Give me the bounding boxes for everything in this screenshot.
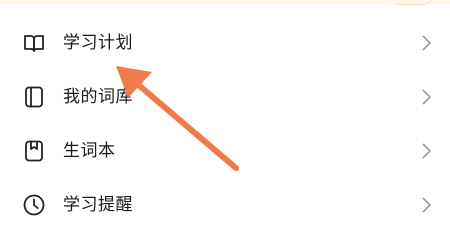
- notebook-icon: [25, 86, 43, 108]
- banner-fill: [0, 0, 450, 4]
- bookmark-book-icon: [25, 140, 43, 162]
- menu-item-label: 学习提醒: [63, 195, 133, 215]
- menu-item-study-plan[interactable]: 学习计划: [0, 16, 450, 70]
- settings-menu: 学习计划 我的词库 生词本 学习提醒: [0, 16, 450, 232]
- chevron-right-icon: [422, 143, 432, 159]
- book-open-icon: [24, 35, 44, 52]
- menu-item-label: 生词本: [63, 141, 116, 161]
- chevron-right-icon: [422, 197, 432, 213]
- top-banner: [0, 0, 450, 6]
- menu-item-study-reminder[interactable]: 学习提醒: [0, 178, 450, 232]
- chevron-right-icon: [422, 89, 432, 105]
- clock-icon: [23, 194, 45, 216]
- chevron-right-icon: [422, 35, 432, 51]
- menu-item-vocab-book[interactable]: 生词本: [0, 124, 450, 178]
- banner-corner: [395, 0, 436, 5]
- menu-item-label: 学习计划: [63, 33, 133, 53]
- menu-item-my-wordbank[interactable]: 我的词库: [0, 70, 450, 124]
- menu-item-label: 我的词库: [63, 87, 133, 107]
